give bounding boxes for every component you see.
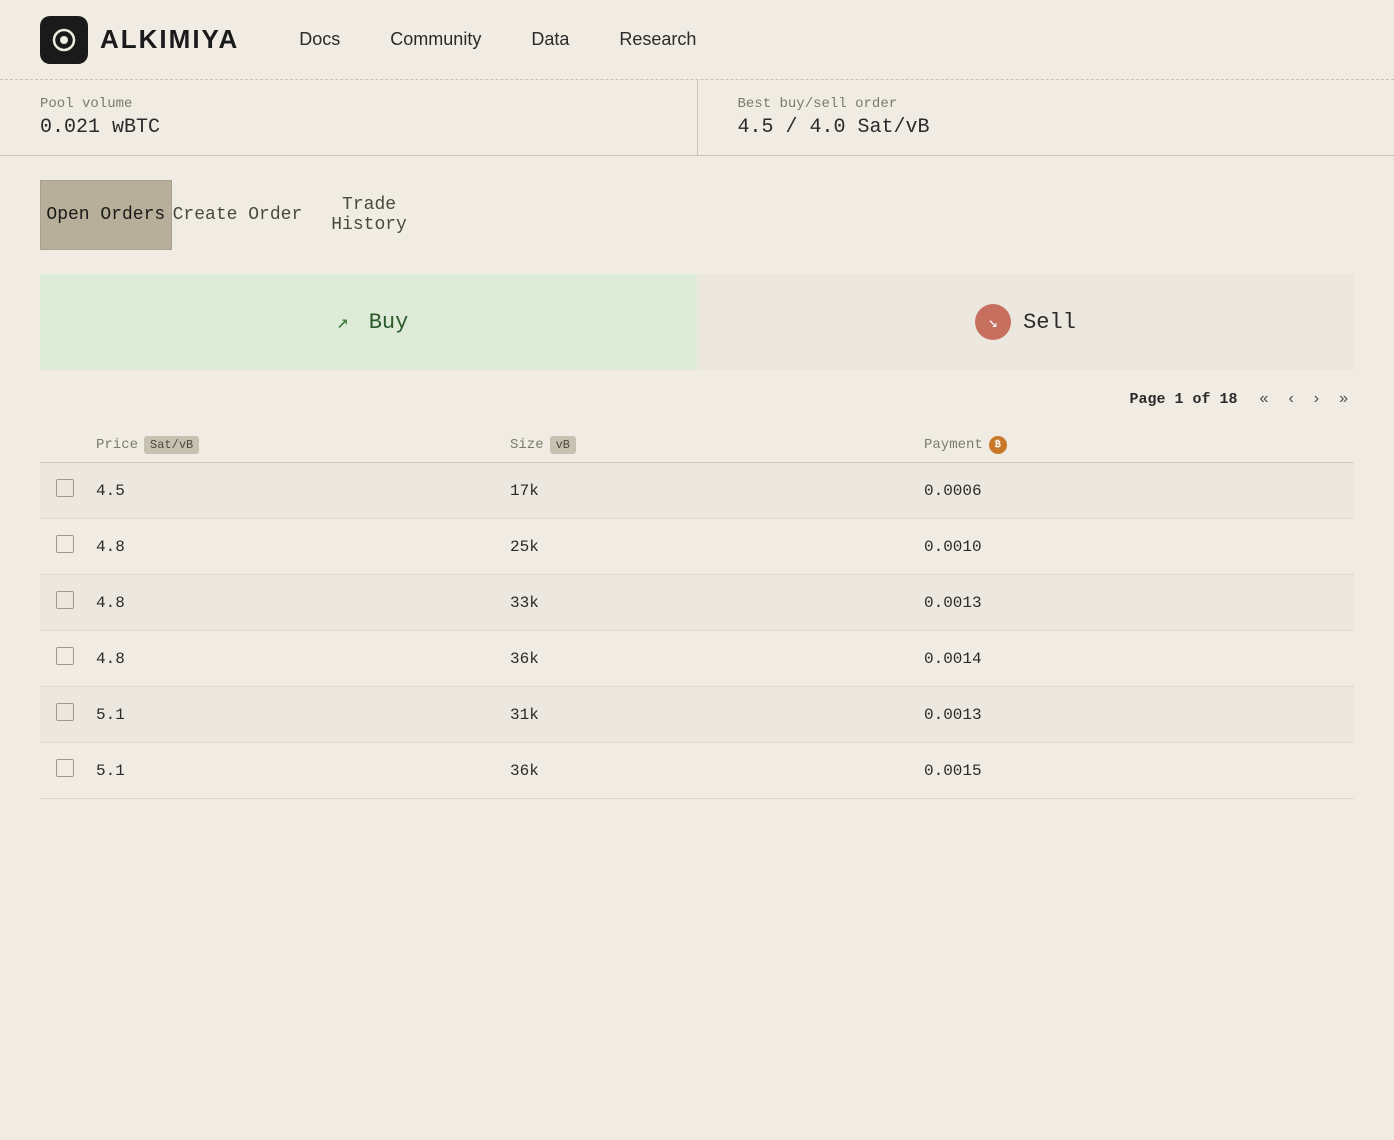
price-unit-badge: Sat/vB (144, 436, 199, 454)
sell-label: Sell (1023, 310, 1076, 335)
size-cell: 31k (510, 706, 924, 724)
row-checkbox[interactable] (56, 535, 74, 553)
sell-section[interactable]: ↘ Sell (697, 274, 1354, 370)
size-cell: 33k (510, 594, 924, 612)
table-row: 4.8 25k 0.0010 (40, 519, 1354, 575)
btc-icon: ₿ (989, 436, 1007, 454)
pool-volume-block: Pool volume 0.021 wBTC (0, 80, 698, 155)
next-page-button[interactable]: › (1308, 386, 1325, 412)
orders-table: Price Sat/vB Size vB Payment ₿ 4.5 17k 0… (0, 428, 1394, 799)
table-header: Price Sat/vB Size vB Payment ₿ (40, 428, 1354, 463)
stats-bar: Pool volume 0.021 wBTC Best buy/sell ord… (0, 80, 1394, 156)
price-label: Price (96, 437, 138, 453)
nav-docs[interactable]: Docs (299, 29, 340, 50)
row-checkbox-cell[interactable] (56, 479, 96, 502)
price-cell: 5.1 (96, 762, 510, 780)
row-checkbox[interactable] (56, 591, 74, 609)
row-checkbox-cell[interactable] (56, 759, 96, 782)
payment-col-header: Payment ₿ (924, 436, 1338, 454)
row-checkbox[interactable] (56, 759, 74, 777)
row-checkbox[interactable] (56, 647, 74, 665)
last-page-button[interactable]: » (1333, 386, 1354, 412)
size-cell: 36k (510, 650, 924, 668)
price-cell: 4.8 (96, 538, 510, 556)
row-checkbox[interactable] (56, 479, 74, 497)
nav-community[interactable]: Community (390, 29, 481, 50)
size-unit-badge: vB (550, 436, 576, 454)
price-cell: 4.8 (96, 650, 510, 668)
best-order-block: Best buy/sell order 4.5 / 4.0 Sat/vB (698, 80, 1394, 155)
buy-label: Buy (369, 310, 409, 335)
size-col-header: Size vB (510, 436, 924, 454)
main-nav: Docs Community Data Research (299, 29, 696, 50)
payment-cell: 0.0013 (924, 594, 1338, 612)
best-order-value: 4.5 / 4.0 Sat/vB (738, 116, 1355, 139)
price-cell: 4.8 (96, 594, 510, 612)
row-checkbox-cell[interactable] (56, 647, 96, 670)
payment-cell: 0.0015 (924, 762, 1338, 780)
payment-cell: 0.0013 (924, 706, 1338, 724)
prev-page-button[interactable]: ‹ (1282, 386, 1299, 412)
tab-create-order[interactable]: Create Order (172, 180, 304, 250)
header: ALKIMIYA Docs Community Data Research (0, 0, 1394, 80)
table-row: 4.8 36k 0.0014 (40, 631, 1354, 687)
logo-icon (40, 16, 88, 64)
payment-label: Payment (924, 437, 983, 453)
nav-data[interactable]: Data (531, 29, 569, 50)
sell-trend-icon: ↘ (975, 304, 1011, 340)
best-order-label: Best buy/sell order (738, 96, 1355, 112)
payment-cell: 0.0010 (924, 538, 1338, 556)
price-cell: 4.5 (96, 482, 510, 500)
tabs-area: Open Orders Create Order Trade History (0, 156, 1394, 250)
page-info: Page 1 of 18 (1130, 391, 1238, 408)
checkbox-col-header (56, 436, 96, 454)
payment-cell: 0.0014 (924, 650, 1338, 668)
tabs-container: Open Orders Create Order Trade History (40, 180, 435, 250)
buy-sell-area: ↗ Buy ↘ Sell (40, 274, 1354, 370)
nav-research[interactable]: Research (619, 29, 696, 50)
row-checkbox[interactable] (56, 703, 74, 721)
buy-trend-icon: ↗ (329, 308, 357, 336)
payment-cell: 0.0006 (924, 482, 1338, 500)
size-cell: 36k (510, 762, 924, 780)
size-cell: 25k (510, 538, 924, 556)
price-col-header: Price Sat/vB (96, 436, 510, 454)
first-page-button[interactable]: « (1254, 386, 1275, 412)
tab-trade-history[interactable]: Trade History (303, 180, 435, 250)
row-checkbox-cell[interactable] (56, 535, 96, 558)
size-label: Size (510, 437, 544, 453)
pool-volume-label: Pool volume (40, 96, 657, 112)
tab-open-orders[interactable]: Open Orders (40, 180, 172, 250)
table-body: 4.5 17k 0.0006 4.8 25k 0.0010 4.8 33k 0.… (40, 463, 1354, 799)
logo-text: ALKIMIYA (100, 24, 239, 55)
row-checkbox-cell[interactable] (56, 591, 96, 614)
table-row: 5.1 31k 0.0013 (40, 687, 1354, 743)
logo-area: ALKIMIYA (40, 16, 239, 64)
size-cell: 17k (510, 482, 924, 500)
table-row: 4.5 17k 0.0006 (40, 463, 1354, 519)
table-row: 5.1 36k 0.0015 (40, 743, 1354, 799)
pool-volume-value: 0.021 wBTC (40, 116, 657, 139)
buy-section[interactable]: ↗ Buy (40, 274, 697, 370)
table-row: 4.8 33k 0.0013 (40, 575, 1354, 631)
row-checkbox-cell[interactable] (56, 703, 96, 726)
price-cell: 5.1 (96, 706, 510, 724)
pagination-row: Page 1 of 18 « ‹ › » (0, 370, 1394, 428)
